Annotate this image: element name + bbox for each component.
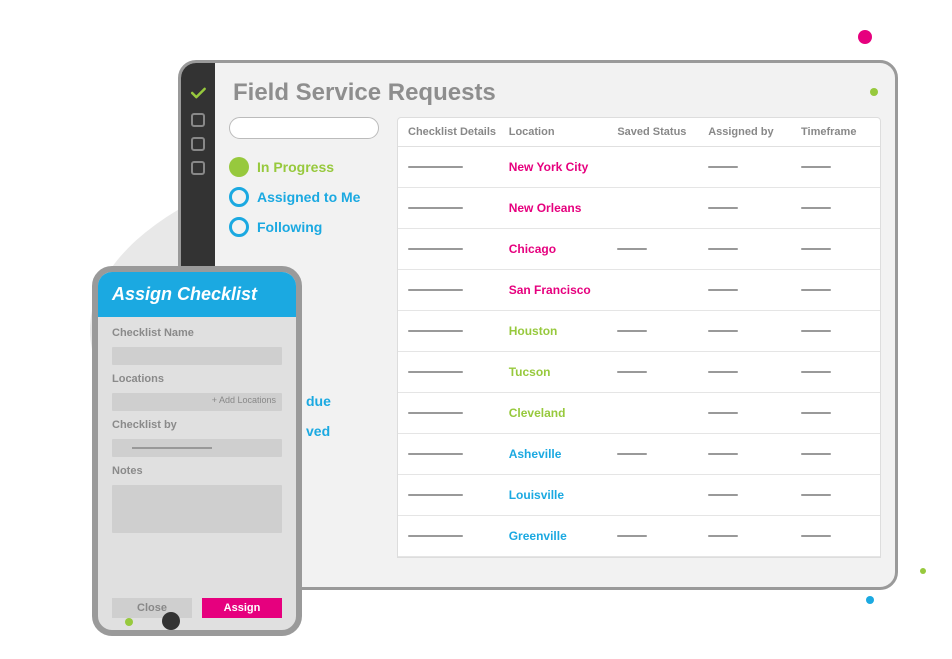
table-row[interactable]: San Francisco — [398, 270, 880, 311]
filter-label: In Progress — [257, 159, 334, 175]
placeholder-dash — [617, 248, 647, 250]
placeholder-dash — [708, 289, 738, 291]
input-checklist-name[interactable] — [112, 347, 282, 365]
partial-filter-label: due — [306, 393, 331, 409]
placeholder-dash — [408, 453, 463, 455]
assign-button[interactable]: Assign — [202, 598, 282, 618]
decorative-dot — [858, 30, 872, 44]
placeholder-dash — [801, 207, 831, 209]
placeholder-dash — [408, 166, 463, 168]
placeholder-dash — [617, 330, 647, 332]
location-cell: Tucson — [509, 365, 551, 379]
table-row[interactable]: Cleveland — [398, 393, 880, 434]
window-title: Field Service Requests — [215, 63, 895, 117]
decorative-dot — [866, 596, 874, 604]
table-row[interactable]: Louisville — [398, 475, 880, 516]
placeholder-dash — [617, 371, 647, 373]
location-cell: Cleveland — [509, 406, 566, 420]
placeholder-dash — [708, 412, 738, 414]
col-timeframe: Timeframe — [801, 126, 880, 138]
placeholder-dash — [801, 494, 831, 496]
placeholder-dash — [408, 494, 463, 496]
table-row[interactable]: New Orleans — [398, 188, 880, 229]
placeholder-dash — [708, 207, 738, 209]
decorative-dot — [870, 88, 878, 96]
placeholder-dash — [617, 535, 647, 537]
location-cell: Louisville — [509, 488, 564, 502]
col-checklist-details: Checklist Details — [398, 126, 509, 138]
col-assigned-by: Assigned by — [708, 126, 801, 138]
placeholder-dash — [801, 248, 831, 250]
label-checklist-name: Checklist Name — [112, 327, 282, 339]
placeholder-dash — [708, 453, 738, 455]
add-locations-link[interactable]: + Add Locations — [212, 395, 276, 405]
filter-label: Following — [257, 219, 322, 235]
location-cell: Asheville — [509, 447, 562, 461]
placeholder-dash — [708, 166, 738, 168]
table-row[interactable]: New York City — [398, 147, 880, 188]
decorative-dot — [162, 612, 180, 630]
table-row[interactable]: Houston — [398, 311, 880, 352]
location-cell: New Orleans — [509, 201, 582, 215]
placeholder-dash — [408, 289, 463, 291]
location-cell: Greenville — [509, 529, 567, 543]
table-row[interactable]: Tucson — [398, 352, 880, 393]
placeholder-dash — [408, 535, 463, 537]
close-button[interactable]: Close — [112, 598, 192, 618]
placeholder-dash — [708, 371, 738, 373]
placeholder-dash — [801, 535, 831, 537]
check-icon — [188, 83, 208, 103]
placeholder-dash — [801, 412, 831, 414]
requests-table: Checklist Details Location Saved Status … — [397, 117, 881, 558]
input-checklist-by[interactable] — [112, 439, 282, 457]
input-notes[interactable] — [112, 485, 282, 533]
table-header: Checklist Details Location Saved Status … — [398, 118, 880, 147]
sidebar-box-3[interactable] — [191, 161, 205, 175]
col-saved-status: Saved Status — [617, 126, 708, 138]
status-ring-icon — [229, 187, 249, 207]
sidebar-box-2[interactable] — [191, 137, 205, 151]
input-locations[interactable]: + Add Locations — [112, 393, 282, 411]
location-cell: San Francisco — [509, 283, 591, 297]
label-checklist-by: Checklist by — [112, 419, 282, 431]
placeholder-dash — [408, 207, 463, 209]
phone-title: Assign Checklist — [98, 272, 296, 317]
filter-assigned-to-me[interactable]: Assigned to Me — [229, 187, 379, 207]
location-cell: Chicago — [509, 242, 556, 256]
label-locations: Locations — [112, 373, 282, 385]
status-dot-icon — [229, 157, 249, 177]
placeholder-dash — [708, 535, 738, 537]
table-row[interactable]: Asheville — [398, 434, 880, 475]
search-input[interactable] — [229, 117, 379, 139]
col-location: Location — [509, 126, 618, 138]
placeholder-dash — [708, 330, 738, 332]
filter-label: Assigned to Me — [257, 189, 360, 205]
decorative-dot — [125, 618, 133, 626]
placeholder-dash — [801, 289, 831, 291]
decorative-dot — [920, 568, 926, 574]
label-notes: Notes — [112, 465, 282, 477]
sidebar-box-1[interactable] — [191, 113, 205, 127]
placeholder-dash — [708, 494, 738, 496]
partial-filter-label: ved — [306, 423, 330, 439]
placeholder-dash — [801, 371, 831, 373]
table-row[interactable]: Chicago — [398, 229, 880, 270]
filter-in-progress[interactable]: In Progress — [229, 157, 379, 177]
location-cell: New York City — [509, 160, 589, 174]
placeholder-dash — [408, 330, 463, 332]
placeholder-dash — [801, 453, 831, 455]
placeholder-dash — [408, 248, 463, 250]
phone-mockup: Assign Checklist Checklist Name Location… — [92, 266, 302, 636]
placeholder-dash — [617, 453, 647, 455]
status-ring-icon — [229, 217, 249, 237]
table-row[interactable]: Greenville — [398, 516, 880, 557]
placeholder-dash — [801, 166, 831, 168]
placeholder-dash — [408, 412, 463, 414]
placeholder-dash — [708, 248, 738, 250]
placeholder-dash — [801, 330, 831, 332]
location-cell: Houston — [509, 324, 558, 338]
filter-following[interactable]: Following — [229, 217, 379, 237]
placeholder-dash — [132, 447, 212, 449]
placeholder-dash — [408, 371, 463, 373]
